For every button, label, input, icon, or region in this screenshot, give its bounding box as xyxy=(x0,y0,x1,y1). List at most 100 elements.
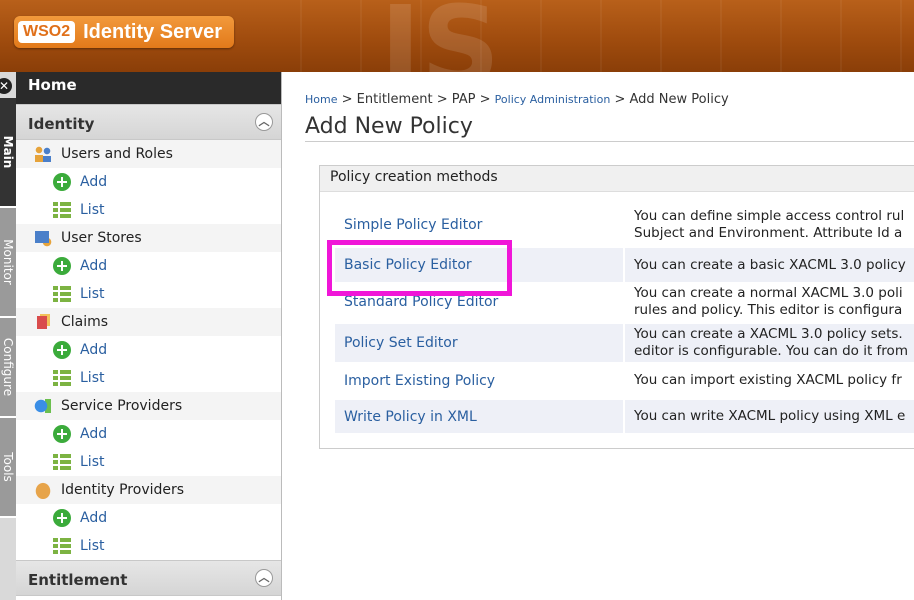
section-title: Entitlement xyxy=(28,571,128,589)
tab-configure[interactable]: Configure xyxy=(0,318,16,418)
desc-line: Subject and Environment. Attribute Id a xyxy=(634,225,903,241)
add-icon xyxy=(53,425,71,443)
desc-line: You can create a basic XACML 3.0 policy xyxy=(634,256,906,273)
title-divider xyxy=(305,141,914,142)
desc-line: You can create a XACML 3.0 policy sets. xyxy=(634,326,903,342)
menu-item-label: Add xyxy=(80,510,108,526)
menu-section-entitlement[interactable]: Entitlement ︿ xyxy=(16,560,281,596)
method-description: You can create a basic XACML 3.0 policy xyxy=(625,248,914,282)
breadcrumb-separator: > xyxy=(436,92,448,107)
add-icon xyxy=(53,341,71,359)
method-description: You can define simple access control rul… xyxy=(625,207,914,243)
menu-group-label: Users and Roles xyxy=(61,146,173,162)
policy-method-row: Standard Policy Editor You can create a … xyxy=(335,282,914,322)
menu-item-claims-list[interactable]: List xyxy=(16,364,281,392)
policy-method-row: Policy Set Editor You can create a XACML… xyxy=(335,324,914,362)
menu-item-label: List xyxy=(80,454,105,470)
write-policy-xml-link[interactable]: Write Policy in XML xyxy=(335,400,625,433)
tab-monitor[interactable]: Monitor xyxy=(0,208,16,318)
tab-main-label: Main xyxy=(1,135,15,169)
service-providers-icon xyxy=(34,397,52,415)
tab-tools[interactable]: Tools xyxy=(0,418,16,518)
method-description: You can create a normal XACML 3.0 poli r… xyxy=(625,282,914,322)
menu-group-service-providers[interactable]: Service Providers xyxy=(16,392,281,420)
menu-item-label: List xyxy=(80,286,105,302)
menu-group-user-stores[interactable]: User Stores xyxy=(16,224,281,252)
policy-method-row: Basic Policy Editor You can create a bas… xyxy=(335,248,914,282)
menu-home[interactable]: Home xyxy=(16,72,281,104)
product-name: Identity Server xyxy=(83,20,223,43)
list-icon xyxy=(53,285,71,303)
breadcrumb-policy-administration[interactable]: Policy Administration xyxy=(495,93,611,106)
menu-group-label: Claims xyxy=(61,314,109,330)
method-description: You can import existing XACML policy fr xyxy=(625,364,914,397)
menu-item-idp-list[interactable]: List xyxy=(16,532,281,560)
policy-creation-panel: Policy creation methods Simple Policy Ed… xyxy=(319,165,914,449)
main-content: Home > Entitlement > PAP > Policy Admini… xyxy=(283,72,914,600)
desc-line: editor is configurable. You can do it fr… xyxy=(634,343,908,359)
header-watermark: IS xyxy=(380,0,501,72)
list-icon xyxy=(53,369,71,387)
side-tab-strip: Main Monitor Configure Tools xyxy=(0,72,16,600)
user-stores-icon xyxy=(34,229,52,247)
desc-line: You can write XACML policy using XML e xyxy=(634,408,906,424)
method-description: You can create a XACML 3.0 policy sets. … xyxy=(625,324,914,362)
add-icon xyxy=(53,257,71,275)
menu-item-label: List xyxy=(80,538,105,554)
menu-group-users-roles[interactable]: Users and Roles xyxy=(16,140,281,168)
menu-item-sp-add[interactable]: Add xyxy=(16,420,281,448)
menu-item-label: List xyxy=(80,202,105,218)
menu-group-label: Identity Providers xyxy=(61,482,185,498)
breadcrumb-home[interactable]: Home xyxy=(305,93,337,106)
policy-method-row: Import Existing Policy You can import ex… xyxy=(335,364,914,397)
breadcrumb-pap: PAP xyxy=(451,92,476,107)
page-title: Add New Policy xyxy=(305,114,473,139)
breadcrumb-current: Add New Policy xyxy=(629,92,729,107)
menu-item-label: Add xyxy=(80,174,108,190)
standard-policy-editor-link[interactable]: Standard Policy Editor xyxy=(335,282,625,322)
add-icon xyxy=(53,509,71,527)
logo-mark: WSO2 xyxy=(18,21,76,43)
menu-item-stores-add[interactable]: Add xyxy=(16,252,281,280)
menu-item-idp-add[interactable]: Add xyxy=(16,504,281,532)
menu-item-label: Add xyxy=(80,426,108,442)
collapse-icon[interactable]: ︿ xyxy=(255,569,273,587)
menu-item-claims-add[interactable]: Add xyxy=(16,336,281,364)
desc-line: You can create a normal XACML 3.0 poli xyxy=(634,285,903,301)
menu-group-identity-providers[interactable]: Identity Providers xyxy=(16,476,281,504)
list-icon xyxy=(53,453,71,471)
basic-policy-editor-link[interactable]: Basic Policy Editor xyxy=(335,248,625,282)
menu-item-sp-list[interactable]: List xyxy=(16,448,281,476)
breadcrumb-entitlement: Entitlement xyxy=(356,92,433,107)
breadcrumb-separator: > xyxy=(479,92,491,107)
tab-configure-label: Configure xyxy=(1,337,15,397)
menu-group-claims[interactable]: Claims xyxy=(16,308,281,336)
menu-item-stores-list[interactable]: List xyxy=(16,280,281,308)
menu-section-identity[interactable]: Identity ︿ xyxy=(16,104,281,140)
menu-item-label: Add xyxy=(80,342,108,358)
import-existing-policy-link[interactable]: Import Existing Policy xyxy=(335,364,625,397)
panel-title: Policy creation methods xyxy=(320,166,914,192)
desc-line: rules and policy. This editor is configu… xyxy=(634,302,903,318)
menu-group-label: Service Providers xyxy=(61,398,183,414)
breadcrumb: Home > Entitlement > PAP > Policy Admini… xyxy=(305,92,729,107)
policy-method-row: Write Policy in XML You can write XACML … xyxy=(335,400,914,433)
simple-policy-editor-link[interactable]: Simple Policy Editor xyxy=(335,207,625,243)
policy-set-editor-link[interactable]: Policy Set Editor xyxy=(335,324,625,362)
menu-item-users-list[interactable]: List xyxy=(16,196,281,224)
identity-providers-icon xyxy=(34,481,52,499)
tab-monitor-label: Monitor xyxy=(1,239,15,285)
method-description: You can write XACML policy using XML e xyxy=(625,400,914,433)
tab-tools-label: Tools xyxy=(1,452,15,482)
section-title: Identity xyxy=(28,115,95,133)
tab-main[interactable]: Main xyxy=(0,98,16,208)
policy-method-row: Simple Policy Editor You can define simp… xyxy=(335,207,914,243)
collapse-icon[interactable]: ︿ xyxy=(255,113,273,131)
app-header: IS WSO2 Identity Server xyxy=(0,0,914,72)
add-icon xyxy=(53,173,71,191)
desc-line: You can define simple access control rul xyxy=(634,208,905,224)
wso2-logo[interactable]: WSO2 Identity Server xyxy=(14,16,235,48)
menu-item-users-add[interactable]: Add xyxy=(16,168,281,196)
menu-item-label: Add xyxy=(80,258,108,274)
menu-group-label: User Stores xyxy=(61,230,142,246)
